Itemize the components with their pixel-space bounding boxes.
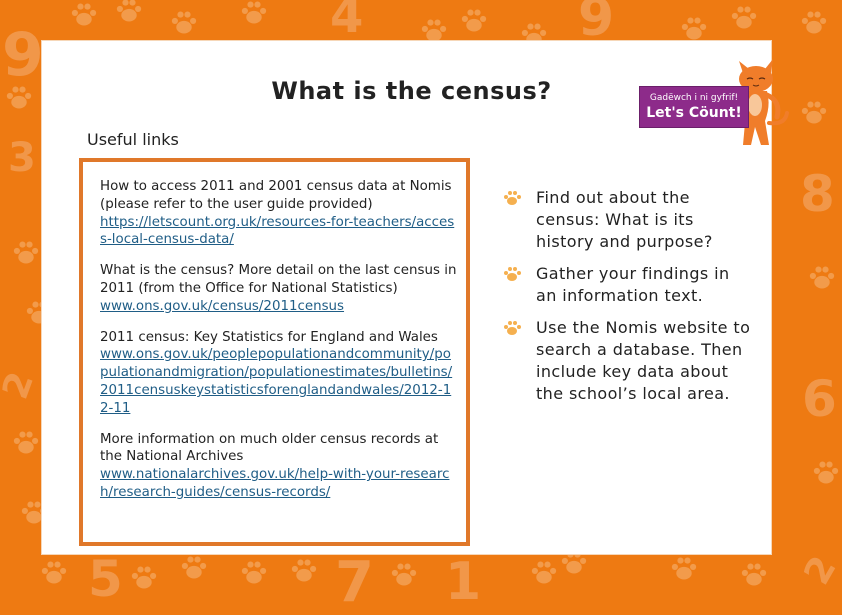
background-digit: 1 xyxy=(445,552,482,612)
link-url[interactable]: www.ons.gov.uk/peoplepopulationandcommun… xyxy=(100,347,452,415)
background-paw-icon xyxy=(12,430,40,456)
link-description: How to access 2011 and 2001 census data … xyxy=(100,179,452,212)
background-paw-icon xyxy=(730,5,758,31)
background-paw-icon xyxy=(740,562,768,588)
task-text: Gather your findings in an information t… xyxy=(536,264,730,305)
paw-print-icon xyxy=(504,321,521,335)
background-paw-icon xyxy=(530,560,558,586)
background-paw-icon xyxy=(130,565,158,591)
background-paw-icon xyxy=(115,0,143,24)
background-digit: 2 xyxy=(796,549,842,592)
useful-links-heading: Useful links xyxy=(87,130,179,149)
background-digit: 8 xyxy=(800,165,835,223)
paw-print-icon xyxy=(504,191,521,205)
lets-count-logo: Gadëwch i ni gyfrif! Let's Cöunt! xyxy=(639,59,799,145)
background-paw-icon xyxy=(70,2,98,28)
task-item: Gather your findings in an information t… xyxy=(502,263,752,307)
background-paw-icon xyxy=(12,240,40,266)
link-url[interactable]: www.ons.gov.uk/census/2011census xyxy=(100,299,344,314)
background-digit: 2 xyxy=(0,366,43,405)
background-paw-icon xyxy=(180,555,208,581)
logo-banner: Gadëwch i ni gyfrif! Let's Cöunt! xyxy=(639,86,749,128)
background-paw-icon xyxy=(460,8,488,34)
link-description: What is the census? More detail on the l… xyxy=(100,263,457,296)
link-url[interactable]: www.nationalarchives.gov.uk/help-with-yo… xyxy=(100,467,449,500)
background-paw-icon xyxy=(170,10,198,36)
background-digit: 4 xyxy=(330,0,364,44)
background-paw-icon xyxy=(390,562,418,588)
task-list: Find out about the census: What is its h… xyxy=(502,187,752,415)
background-digit: 5 xyxy=(88,550,123,608)
task-item: Use the Nomis website to search a databa… xyxy=(502,317,752,405)
link-item: More information on much older census re… xyxy=(100,431,458,502)
background-paw-icon xyxy=(808,265,836,291)
link-description: More information on much older census re… xyxy=(100,431,439,465)
logo-welsh-text: Gadëwch i ni gyfrif! xyxy=(649,93,739,103)
background-digit: 7 xyxy=(335,550,374,615)
content-card: What is the census? Gadëwch i ni gyfrif!… xyxy=(42,41,789,554)
background-paw-icon xyxy=(812,460,840,486)
background-paw-icon xyxy=(680,16,708,42)
background-digit: 3 xyxy=(8,135,36,181)
link-description: 2011 census: Key Statistics for England … xyxy=(100,329,438,345)
task-text: Use the Nomis website to search a databa… xyxy=(536,318,751,403)
task-text: Find out about the census: What is its h… xyxy=(536,188,713,251)
background-paw-icon xyxy=(670,556,698,582)
link-url[interactable]: https://letscount.org.uk/resources-for-t… xyxy=(100,215,454,248)
background-paw-icon xyxy=(240,0,268,26)
background-paw-icon xyxy=(290,558,318,584)
background-paw-icon xyxy=(5,85,33,111)
paw-print-icon xyxy=(504,267,521,281)
background-paw-icon xyxy=(240,560,268,586)
background-digit: 9 xyxy=(2,20,44,90)
link-item: What is the census? More detail on the l… xyxy=(100,262,458,315)
useful-links-box: How to access 2011 and 2001 census data … xyxy=(79,158,470,546)
background-paw-icon xyxy=(800,100,828,126)
logo-english-text: Let's Cöunt! xyxy=(646,105,742,121)
background-paw-icon xyxy=(800,10,828,36)
link-item: 2011 census: Key Statistics for England … xyxy=(100,329,458,418)
task-item: Find out about the census: What is its h… xyxy=(502,187,752,253)
background-digit: 6 xyxy=(802,370,837,428)
background-paw-icon xyxy=(40,560,68,586)
link-item: How to access 2011 and 2001 census data … xyxy=(100,178,458,249)
